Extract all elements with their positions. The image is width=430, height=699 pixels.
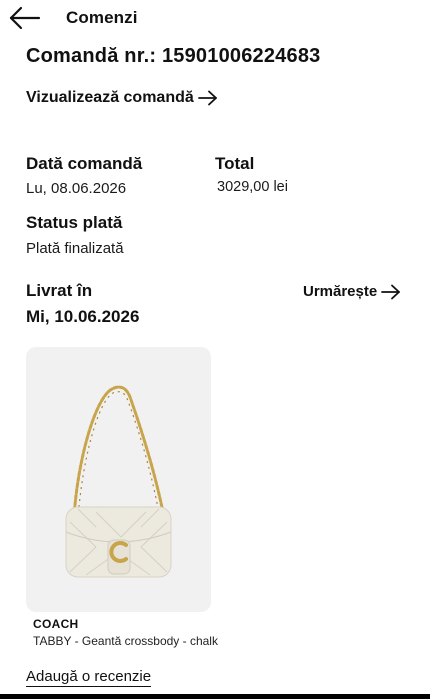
track-order-label: Urmărește: [303, 283, 378, 300]
product-card[interactable]: [26, 347, 211, 612]
product-name: TABBY - Geantă crossbody - chalk: [33, 634, 218, 648]
handbag-image: [65, 385, 172, 578]
track-order-link[interactable]: Urmărește: [303, 283, 401, 300]
order-number: Comandă nr.: 15901006224683: [26, 45, 321, 67]
total-label: Total: [215, 154, 255, 173]
arrow-left-icon[interactable]: [8, 4, 42, 32]
view-order-link[interactable]: Vizualizează comandă: [26, 89, 218, 107]
payment-status-value: Plată finalizată: [26, 240, 124, 257]
delivered-label: Livrat în: [26, 281, 93, 300]
add-review-link[interactable]: Adaugă o recenzie: [26, 668, 152, 687]
page-title: Comenzi: [66, 8, 138, 27]
order-date-label: Dată comandă: [26, 154, 143, 173]
arrow-right-icon: [381, 284, 401, 299]
delivered-date: Mi, 10.06.2026: [26, 307, 140, 326]
payment-status-label: Status plată: [26, 213, 123, 232]
view-order-label: Vizualizează comandă: [26, 89, 194, 106]
product-brand: COACH: [33, 617, 79, 631]
app-header: Comenzi: [0, 0, 430, 40]
order-date-value: Lu, 08.06.2026: [26, 180, 127, 197]
bottom-edge-bar: [0, 694, 430, 699]
total-value: 3029,00 lei: [217, 179, 288, 195]
arrow-right-icon: [197, 90, 217, 106]
